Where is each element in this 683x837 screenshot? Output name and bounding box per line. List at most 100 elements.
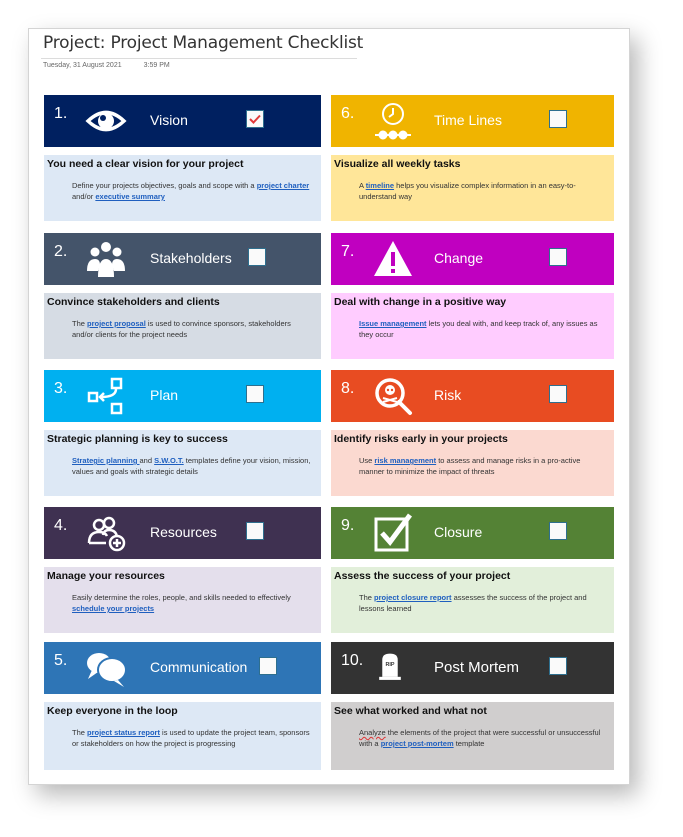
card-header: 3. Plan <box>44 370 321 422</box>
card-heading: Deal with change in a positive way <box>334 296 507 308</box>
card-heading: See what worked and what not <box>334 705 487 717</box>
card-number: 5. <box>54 652 68 669</box>
desc-text: template <box>453 739 485 748</box>
desc-text: Easily determine the roles, people, and … <box>72 593 291 602</box>
eye-icon <box>84 99 128 143</box>
desc-text: The <box>359 593 375 602</box>
card-number: 1. <box>54 105 68 122</box>
card-body: Visualize all weekly tasks A timeline hel… <box>331 155 614 221</box>
flow-plan-icon <box>84 374 128 418</box>
card-header: 4. Resources <box>44 507 321 559</box>
template-link[interactable]: Issue management <box>359 319 427 328</box>
card-header: 10. RIP Post Mortem <box>331 642 614 694</box>
timeline-clock-icon <box>371 99 415 143</box>
template-link[interactable]: timeline <box>366 181 394 190</box>
card-title: Plan <box>150 387 179 403</box>
card-title: Time Lines <box>434 112 502 128</box>
card-number: 8. <box>341 380 355 397</box>
template-link[interactable]: project status report <box>87 728 160 737</box>
template-link[interactable]: executive summary <box>95 192 165 201</box>
desc-text: The <box>72 319 88 328</box>
card-description: Analyze the elements of the project that… <box>359 727 604 749</box>
template-link[interactable]: schedule your projects <box>72 604 154 613</box>
template-link[interactable]: project proposal <box>87 319 146 328</box>
risk-search-icon <box>371 374 415 418</box>
page-date: Tuesday, 31 August 2021 <box>43 62 122 69</box>
card-header: 8. Risk <box>331 370 614 422</box>
template-link[interactable]: project post-mortem <box>381 739 454 748</box>
card-body: You need a clear vision for your project… <box>44 155 321 221</box>
card-number: 3. <box>54 380 68 397</box>
add-people-icon <box>84 511 128 555</box>
card-header: 1. Vision <box>44 95 321 147</box>
desc-text: Define your projects objectives, goals a… <box>72 181 257 190</box>
card-body: Identify risks early in your projects Use… <box>331 430 614 496</box>
page-timestamp: Tuesday, 31 August 2021 3:59 PM <box>43 62 170 69</box>
card-header: 2. Stakeholders <box>44 233 321 285</box>
checklist-checkbox[interactable] <box>246 110 264 128</box>
checklist-checkbox[interactable] <box>549 248 567 266</box>
card-title: Closure <box>434 524 483 540</box>
svg-text:RIP: RIP <box>386 662 395 668</box>
page-time: 3:59 PM <box>143 62 170 69</box>
card-body: See what worked and what not Analyze the … <box>331 702 614 770</box>
card-title: Stakeholders <box>150 250 232 266</box>
card-number: 9. <box>341 517 355 534</box>
card-title: Risk <box>434 387 462 403</box>
card-heading: Strategic planning is key to success <box>47 433 228 445</box>
card-title: Communication <box>150 659 248 675</box>
checklist-checkbox[interactable] <box>549 385 567 403</box>
title-divider <box>41 58 357 59</box>
card-header: 7. Change <box>331 233 614 285</box>
checklist-checkbox[interactable] <box>246 522 264 540</box>
card-title: Post Mortem <box>434 659 520 676</box>
page-title: Project: Project Management Checklist <box>43 33 364 53</box>
spellcheck-word: Analyze <box>359 728 386 737</box>
people-group-icon <box>84 237 128 281</box>
template-link[interactable]: risk management <box>374 456 436 465</box>
card-description: Issue management lets you deal with, and… <box>359 318 604 340</box>
template-link[interactable]: project closure report <box>374 593 452 602</box>
card-title: Vision <box>150 112 188 128</box>
card-description: The project closure report assesses the … <box>359 592 604 614</box>
card-heading: Manage your resources <box>47 570 165 582</box>
card-body: Strategic planning is key to success Stra… <box>44 430 321 496</box>
card-body: Deal with change in a positive way Issue … <box>331 293 614 359</box>
checklist-checkbox[interactable] <box>259 657 277 675</box>
checklist-checkbox[interactable] <box>549 522 567 540</box>
desc-text: The <box>72 728 88 737</box>
checklist-checkbox[interactable] <box>248 248 266 266</box>
card-heading: Visualize all weekly tasks <box>334 158 461 170</box>
template-link[interactable]: Strategic planning <box>72 456 140 465</box>
card-description: The project status report is used to upd… <box>72 727 311 749</box>
checklist-checkbox[interactable] <box>246 385 264 403</box>
card-description: A timeline helps you visualize complex i… <box>359 180 604 202</box>
card-header: 6. Time Lines <box>331 95 614 147</box>
chat-bubbles-icon <box>84 646 128 690</box>
template-link[interactable]: S.W.O.T. <box>154 456 184 465</box>
card-number: 7. <box>341 243 355 260</box>
desc-text: and/or <box>72 192 96 201</box>
checklist-page: Project: Project Management Checklist Tu… <box>28 28 630 785</box>
card-body: Convince stakeholders and clients The pro… <box>44 293 321 359</box>
card-description: The project proposal is used to convince… <box>72 318 311 340</box>
tombstone-icon: RIP <box>373 646 405 690</box>
card-header: 5. Communication <box>44 642 321 694</box>
card-description: Easily determine the roles, people, and … <box>72 592 311 614</box>
card-heading: You need a clear vision for your project <box>47 158 244 170</box>
desc-text: Use <box>359 456 375 465</box>
card-title: Resources <box>150 524 217 540</box>
card-body: Keep everyone in the loop The project sta… <box>44 702 321 770</box>
card-heading: Assess the success of your project <box>334 570 511 582</box>
card-heading: Keep everyone in the loop <box>47 705 178 717</box>
card-number: 4. <box>54 517 68 534</box>
card-number: 2. <box>54 243 68 260</box>
template-link[interactable]: project charter <box>257 181 310 190</box>
checklist-checkbox[interactable] <box>549 110 567 128</box>
card-number: 6. <box>341 105 355 122</box>
desc-text: and <box>139 456 155 465</box>
card-description: Define your projects objectives, goals a… <box>72 180 311 202</box>
checklist-checkbox[interactable] <box>549 657 567 675</box>
card-body: Assess the success of your project The pr… <box>331 567 614 633</box>
card-title: Change <box>434 250 484 266</box>
